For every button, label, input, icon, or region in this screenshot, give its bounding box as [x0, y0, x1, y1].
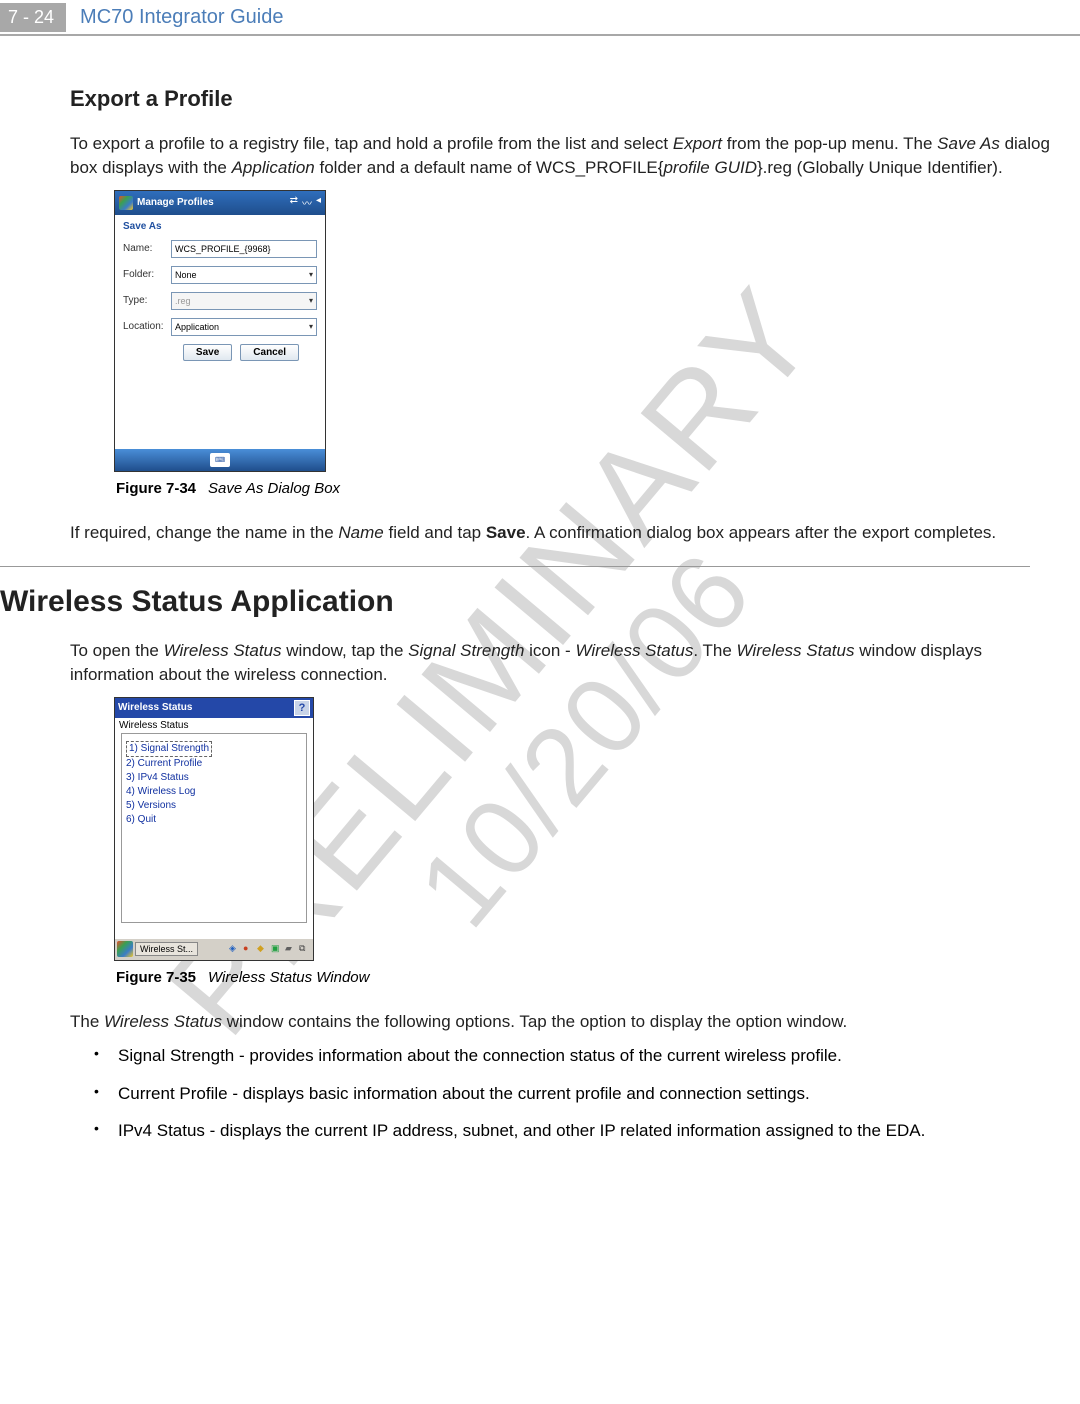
- windows-flag-icon: [119, 196, 133, 210]
- tray-icon[interactable]: ▣: [271, 943, 283, 955]
- start-icon[interactable]: [117, 941, 133, 957]
- header-divider: [0, 34, 1080, 36]
- ws-subtitle: Wireless Status: [115, 718, 313, 733]
- wireless-status-description: To open the Wireless Status window, tap …: [70, 639, 1060, 687]
- page-number: 7 - 24: [0, 3, 66, 32]
- ws-options-list: 1) Signal Strength 2) Current Profile 3)…: [121, 733, 307, 923]
- save-button[interactable]: Save: [183, 344, 232, 361]
- tray-icon[interactable]: ⧉: [299, 943, 311, 955]
- help-button[interactable]: ?: [294, 700, 310, 716]
- export-profile-heading: Export a Profile: [70, 86, 1060, 112]
- wireless-status-heading: Wireless Status Application: [0, 585, 1060, 619]
- dialog-titlebar: Manage Profiles ⇄ 〰 ◂: [115, 191, 325, 215]
- bottom-bar: ⌨: [115, 449, 325, 471]
- speaker-icon: ◂: [316, 195, 321, 210]
- ws-titlebar: Wireless Status ?: [115, 698, 313, 718]
- tray-icon[interactable]: ●: [243, 943, 255, 955]
- type-dropdown: .reg▾: [171, 292, 317, 310]
- name-label: Name:: [123, 243, 165, 254]
- chevron-down-icon: ▾: [309, 322, 313, 331]
- taskbar-item[interactable]: Wireless St...: [135, 942, 198, 956]
- ws-option-current-profile[interactable]: 2) Current Profile: [126, 757, 302, 771]
- ws-option-quit[interactable]: 6) Quit: [126, 813, 302, 827]
- wireless-status-screenshot: Wireless Status ? Wireless Status 1) Sig…: [114, 697, 314, 961]
- ws-option-signal-strength[interactable]: 1) Signal Strength: [126, 741, 212, 757]
- ws-title: Wireless Status: [118, 702, 192, 713]
- wireless-options-list: Signal Strength - provides information a…: [94, 1044, 1060, 1143]
- save-as-heading: Save As: [123, 221, 317, 232]
- name-field[interactable]: WCS_PROFILE_{9968}: [171, 240, 317, 258]
- export-profile-description: To export a profile to a registry file, …: [70, 132, 1060, 180]
- wireless-options-intro: The Wireless Status window contains the …: [70, 1010, 1060, 1034]
- ws-taskbar: Wireless St... ◈ ● ◆ ▣ ▰ ⧉: [115, 938, 313, 960]
- guide-title: MC70 Integrator Guide: [66, 6, 283, 29]
- ws-option-versions[interactable]: 5) Versions: [126, 799, 302, 813]
- ws-option-wireless-log[interactable]: 4) Wireless Log: [126, 785, 302, 799]
- type-label: Type:: [123, 295, 165, 306]
- folder-dropdown[interactable]: None▾: [171, 266, 317, 284]
- bullet-current-profile: Current Profile - displays basic informa…: [94, 1082, 1060, 1106]
- bullet-signal-strength: Signal Strength - provides information a…: [94, 1044, 1060, 1068]
- ws-option-ipv4-status[interactable]: 3) IPv4 Status: [126, 771, 302, 785]
- location-label: Location:: [123, 321, 165, 332]
- export-completion-text: If required, change the name in the Name…: [70, 521, 1060, 545]
- dialog-title: Manage Profiles: [137, 197, 290, 208]
- sync-icon: ⇄: [290, 195, 298, 210]
- chevron-down-icon: ▾: [309, 296, 313, 305]
- save-as-dialog-screenshot: Manage Profiles ⇄ 〰 ◂ Save As Name: WCS_…: [114, 190, 326, 472]
- figure-7-34-label: Figure 7-34Save As Dialog Box: [116, 480, 1060, 497]
- tray-icon[interactable]: ◈: [229, 943, 241, 955]
- tray-icon[interactable]: ▰: [285, 943, 297, 955]
- signal-icon: 〰: [302, 195, 312, 210]
- section-divider: [0, 566, 1030, 567]
- folder-label: Folder:: [123, 269, 165, 280]
- tray-icon[interactable]: ◆: [257, 943, 269, 955]
- figure-7-35-label: Figure 7-35Wireless Status Window: [116, 969, 1060, 986]
- chevron-down-icon: ▾: [309, 270, 313, 279]
- cancel-button[interactable]: Cancel: [240, 344, 299, 361]
- bullet-ipv4-status: IPv4 Status - displays the current IP ad…: [94, 1119, 1060, 1143]
- page-header: 7 - 24 MC70 Integrator Guide: [0, 0, 1080, 34]
- keyboard-icon[interactable]: ⌨: [210, 453, 230, 467]
- location-dropdown[interactable]: Application▾: [171, 318, 317, 336]
